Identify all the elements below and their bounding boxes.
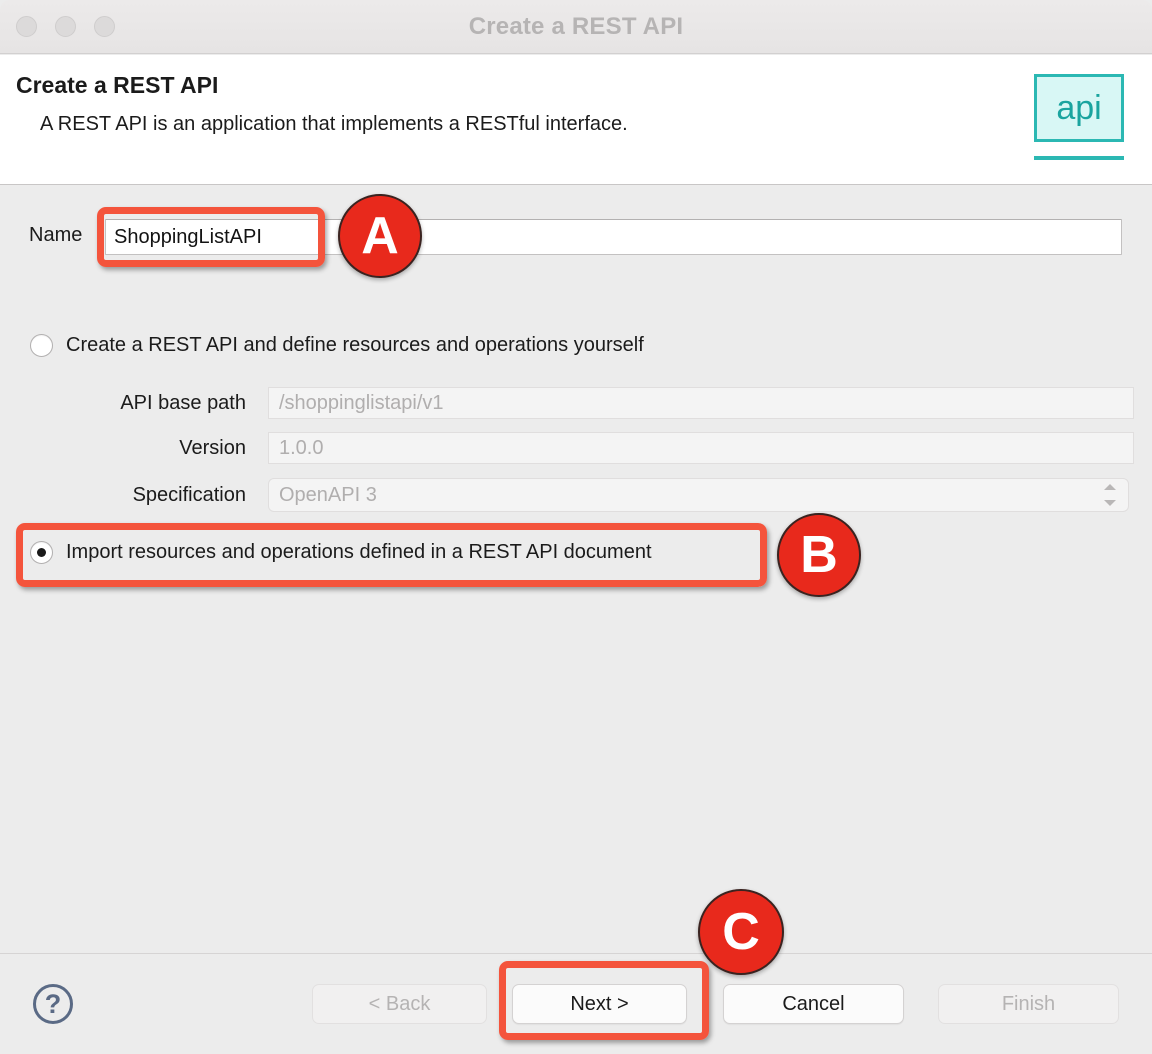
- page-title: Create a REST API: [16, 72, 219, 98]
- page-subtitle: A REST API is an application that implem…: [40, 113, 628, 135]
- dialog-body: [0, 186, 1152, 953]
- finish-button[interactable]: Finish: [938, 984, 1119, 1024]
- dialog-footer: ? < Back Next > Cancel Finish: [0, 953, 1152, 1054]
- back-button[interactable]: < Back: [312, 984, 487, 1024]
- next-button[interactable]: Next >: [512, 984, 687, 1024]
- chevron-updown-icon[interactable]: [1104, 484, 1116, 506]
- import-radio-option[interactable]: Import resources and operations defined …: [30, 541, 652, 564]
- api-logo-underline: [1034, 156, 1124, 160]
- api-base-path-label: API base path: [120, 391, 246, 414]
- specification-select-value: OpenAPI 3: [279, 484, 377, 506]
- create-rest-api-dialog: Create a REST API Create a REST API A RE…: [0, 0, 1152, 1054]
- version-row: Version 1.0.0: [84, 432, 1134, 464]
- specification-row: Specification OpenAPI 3: [84, 478, 1129, 512]
- api-logo-icon: api: [1034, 74, 1124, 142]
- create-rest-api-radio-option[interactable]: Create a REST API and define resources a…: [30, 334, 644, 357]
- name-input[interactable]: ShoppingListAPI: [105, 219, 1122, 255]
- cancel-button[interactable]: Cancel: [723, 984, 904, 1024]
- api-base-path-row: API base path /shoppinglistapi/v1: [84, 387, 1134, 419]
- api-logo-label: api: [1056, 89, 1102, 127]
- radio-unselected-icon[interactable]: [30, 334, 53, 357]
- version-label: Version: [179, 436, 246, 459]
- dialog-header: Create a REST API A REST API is an appli…: [0, 55, 1152, 185]
- api-base-path-input[interactable]: /shoppinglistapi/v1: [268, 387, 1134, 419]
- create-rest-api-radio-label: Create a REST API and define resources a…: [66, 334, 644, 356]
- help-icon[interactable]: ?: [33, 984, 73, 1024]
- import-radio-label: Import resources and operations defined …: [66, 541, 652, 563]
- window-titlebar: Create a REST API: [0, 0, 1152, 54]
- radio-selected-icon[interactable]: [30, 541, 53, 564]
- window-title: Create a REST API: [468, 13, 684, 40]
- specification-select[interactable]: OpenAPI 3: [268, 478, 1129, 512]
- name-label: Name: [29, 224, 83, 246]
- specification-label: Specification: [132, 483, 246, 506]
- version-input[interactable]: 1.0.0: [268, 432, 1134, 464]
